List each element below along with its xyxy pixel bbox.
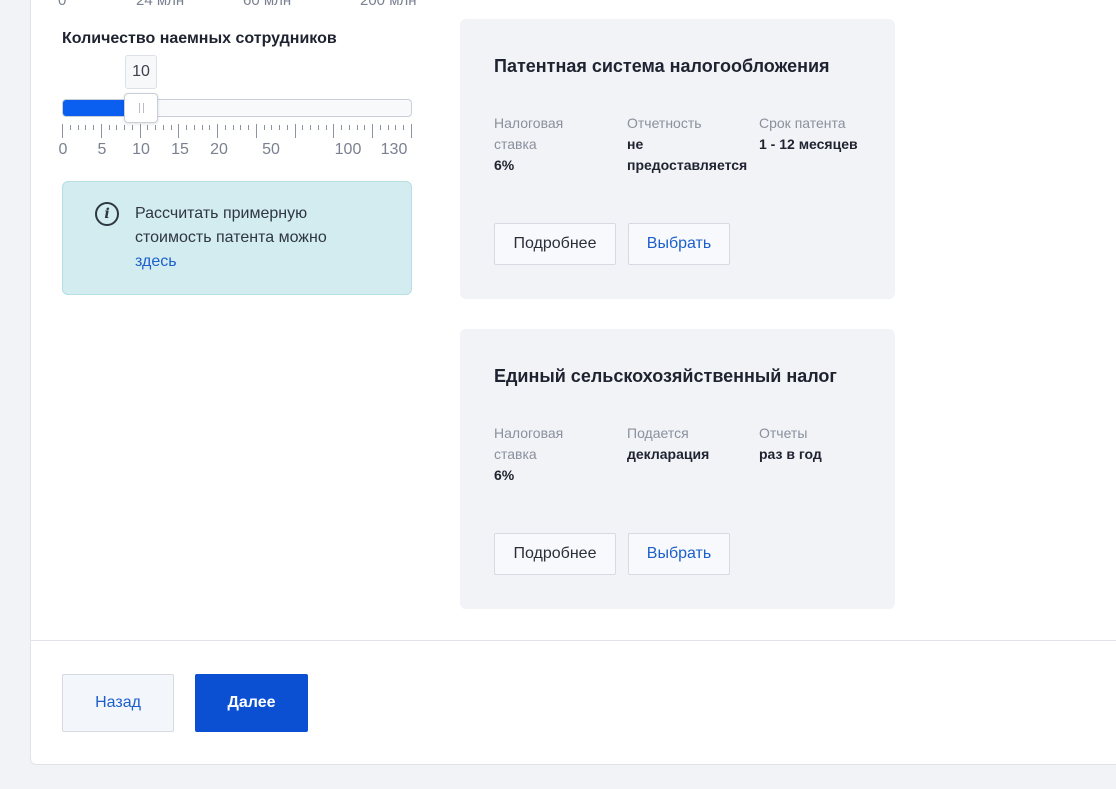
next-button[interactable]: Далее [195,674,308,732]
slider-tick-major [62,124,63,138]
slider-tick-label: 0 [58,141,68,158]
slider-tick-minor [124,125,125,130]
slider-tick-minor [279,125,280,130]
slider-tick-label: 100 [334,141,362,158]
slider-tick-minor [109,125,110,130]
slider-tick-minor [70,125,71,130]
slider-tick-minor [287,125,288,130]
slider-tick-minor [326,125,327,130]
choose-button[interactable]: Выбрать [628,223,730,265]
col-value: декларация [627,446,710,462]
income-tick-label: 200 млн [360,0,417,9]
slider-tick-label: 20 [210,141,228,158]
slider-tick-labels: 0 5 10 15 20 50 100 130 [58,141,422,161]
slider-tick-major [101,124,102,138]
details-button[interactable]: Подробнее [494,223,616,265]
card-col-filing: Подается декларация [627,423,755,465]
col-value: 1 - 12 месяцев [759,136,858,152]
card-col-reports: Отчеты раз в год [759,423,887,465]
slider-tick-minor [78,125,79,130]
slider-tick-minor [209,125,210,130]
slider-tick-minor [248,125,249,130]
slider-tick-minor [349,125,350,130]
slider-tick-minor [271,125,272,130]
slider-tick-label: 10 [132,141,150,158]
col-value: 6% [494,467,515,483]
card-title: Патентная система налогообложения [494,56,830,76]
slider-tick-major [372,124,373,138]
col-value: не предоставляется [627,136,748,173]
card-title: Единый сельскохозяйственный налог [494,366,837,386]
slider-tick-minor [116,125,117,130]
card-col-reporting: Отчетность не предоставляется [627,113,755,176]
card-col-rate: Налоговая ставка 6% [494,423,622,486]
slider-tick-minor [395,125,396,130]
income-tick-label: 24 млн [136,0,185,9]
info-text: Рассчитать примерную стоимость патента м… [135,202,385,274]
slider-tick-minor [147,125,148,130]
slider-tick-minor [341,125,342,130]
patent-calc-link[interactable]: здесь [135,253,177,270]
slider-handle[interactable] [124,93,158,123]
slider-tick-major [217,124,218,138]
col-label: Подается [627,425,689,441]
col-value: раз в год [759,446,822,462]
info-icon: i [95,202,119,226]
slider-tick-minor [357,125,358,130]
tax-card-patent: Патентная система налогообложения Налого… [460,19,895,299]
slider-tick-major [411,124,412,138]
slider-tick-minor [163,125,164,130]
slider-tick-minor [318,125,319,130]
income-tick-label: 0 [58,0,67,9]
slider-tick-label: 50 [262,141,280,158]
col-value: 6% [494,157,515,173]
slider-tick-minor [380,125,381,130]
card-col-rate: Налоговая ставка 6% [494,113,622,176]
slider-tick-minor [233,125,234,130]
card-col-term: Срок патента 1 - 12 месяцев [759,113,887,155]
slider-tick-label: 15 [171,141,189,158]
col-label: Налоговая ставка [494,425,564,462]
col-label: Налоговая ставка [494,115,564,152]
slider-tick-minor [85,125,86,130]
slider-tick-minor [225,125,226,130]
slider-tick-label: 5 [97,141,107,158]
slider-tick-minor [302,125,303,130]
info-text-body: Рассчитать примерную стоимость патента м… [135,205,327,246]
back-button[interactable]: Назад [62,674,174,732]
slider-tick-minor [264,125,265,130]
slider-tick-major [140,124,141,138]
slider-tick-minor [202,125,203,130]
slider-tick-minor [388,125,389,130]
slider-tick-minor [240,125,241,130]
slider-tick-minor [171,125,172,130]
slider-fill [63,100,132,116]
slider-tick-major [295,124,296,138]
slider-tick-minor [194,125,195,130]
slider-tick-minor [155,125,156,130]
info-notice: i Рассчитать примерную стоимость патента… [62,181,412,295]
employees-slider-title: Количество наемных сотрудников [62,30,337,47]
col-label: Отчеты [759,425,808,441]
footer-divider [30,640,1116,641]
slider-tick-minor [93,125,94,130]
slider-tick-minor [364,125,365,130]
col-label: Отчетность [627,115,702,131]
details-button[interactable]: Подробнее [494,533,616,575]
income-tick-label: 60 млн [243,0,292,9]
slider-tick-major [333,124,334,138]
col-label: Срок патента [759,115,846,131]
slider-value-tooltip: 10 [125,55,157,89]
slider-tick-minor [186,125,187,130]
choose-button[interactable]: Выбрать [628,533,730,575]
slider-tick-label: 130 [380,141,408,158]
slider-tick-major [178,124,179,138]
slider-tick-minor [132,125,133,130]
slider-ticks [62,124,412,140]
slider-tick-minor [403,125,404,130]
tax-card-agricultural: Единый сельскохозяйственный налог Налого… [460,329,895,609]
slider-tick-minor [310,125,311,130]
slider-tick-major [256,124,257,138]
employees-slider-track[interactable] [62,99,412,117]
